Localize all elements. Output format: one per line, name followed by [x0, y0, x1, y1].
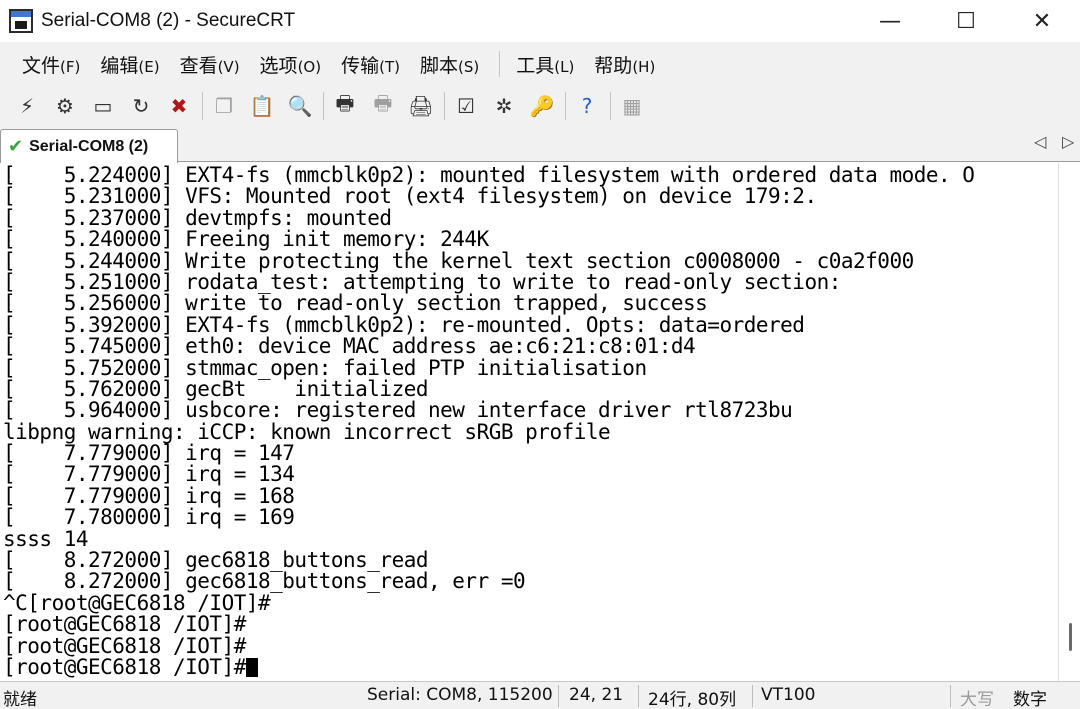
status-separator	[638, 685, 639, 707]
menu-transfer[interactable]: 传输(T)	[333, 51, 408, 78]
global-options-icon[interactable]: ✲	[489, 91, 519, 121]
status-separator	[950, 685, 951, 707]
lock-icon[interactable]: ▦	[617, 91, 647, 121]
vertical-scrollbar[interactable]	[1058, 163, 1080, 681]
status-caps-lock: 大写	[960, 690, 994, 709]
terminal-line: [ 7.779000] irq = 147	[3, 441, 295, 466]
terminal-line: [ 5.392000] EXT4-fs (mmcblk0p2): re-moun…	[3, 312, 805, 337]
status-separator	[558, 685, 559, 707]
tab-label: Serial-COM8 (2)	[29, 137, 149, 155]
tab-strip: ✔ Serial-COM8 (2) ◁ ▷	[0, 126, 1080, 163]
session-options-icon[interactable]: ☑	[451, 91, 481, 121]
menu-view[interactable]: 查看(V)	[172, 51, 248, 78]
tab-serial-com8[interactable]: ✔ Serial-COM8 (2)	[0, 129, 178, 163]
status-num-lock: 数字	[1013, 690, 1047, 709]
keymap-icon[interactable]: 🔑	[527, 91, 557, 121]
toolbar-separator	[202, 92, 203, 120]
terminal-line: [ 5.752000] stmmac_open: failed PTP init…	[3, 355, 647, 380]
maximize-icon: ☐	[956, 8, 976, 34]
status-connection: Serial: COM8, 115200	[367, 685, 553, 705]
connect-icon[interactable]: ⚡	[12, 91, 42, 121]
terminal-output: [ 5.224000] EXT4-fs (mmcblk0p2): mounted…	[3, 163, 975, 679]
terminal-line: [ 5.231000] VFS: Mounted root (ext4 file…	[3, 184, 817, 209]
status-separator	[752, 685, 753, 707]
window-controls: — ☐ ✕	[852, 0, 1080, 42]
menu-bar: 文件(F) 编辑(E) 查看(V) 选项(O) 传输(T) 脚本(S) 工具(L…	[0, 42, 1080, 86]
minimize-icon: —	[879, 8, 901, 34]
tab-next-icon[interactable]: ▷	[1062, 132, 1074, 151]
terminal-line: [ 8.272000] gec6818_buttons_read	[3, 548, 429, 573]
menu-tools[interactable]: 工具(L)	[508, 51, 582, 78]
terminal-line: [ 5.251000] rodata_test: attempting to w…	[3, 269, 841, 294]
reconnect-icon[interactable]: ↻	[126, 91, 156, 121]
prompt-text: [root@GEC6818 /IOT]#	[3, 654, 246, 679]
title-bar: Serial-COM8 (2) - SecureCRT — ☐ ✕	[0, 0, 1080, 42]
status-size: 24行, 80列	[648, 690, 737, 709]
print-icon[interactable]: 🖨	[406, 91, 436, 121]
quick-connect-icon[interactable]: ⚙	[50, 91, 80, 121]
terminal-line: [ 5.745000] eth0: device MAC address ae:…	[3, 334, 696, 359]
toolbar-separator	[444, 92, 445, 120]
scrollbar-thumb[interactable]	[1069, 623, 1072, 651]
paste-icon[interactable]: 📋	[247, 91, 277, 121]
print-setup-icon[interactable]: 🖶	[330, 91, 360, 121]
terminal-line: [ 8.272000] gec6818_buttons_read, err =0	[3, 569, 526, 594]
terminal-prompt-line: [root@GEC6818 /IOT]#	[3, 654, 974, 679]
menu-help[interactable]: 帮助(H)	[586, 51, 663, 78]
securecrt-app-icon[interactable]	[9, 9, 33, 33]
menu-options[interactable]: 选项(O)	[252, 51, 330, 78]
help-icon[interactable]: ?	[572, 91, 602, 121]
menu-file[interactable]: 文件(F)	[14, 51, 88, 78]
terminal-line: [root@GEC6818 /IOT]#	[3, 633, 246, 658]
terminal-line: [ 5.964000] usbcore: registered new inte…	[3, 398, 793, 423]
print-selection-icon[interactable]: 🖶	[368, 91, 398, 121]
menu-edit[interactable]: 编辑(E)	[92, 51, 167, 78]
status-ready: 就绪	[3, 690, 37, 709]
connect-in-tab-icon[interactable]: ▭	[88, 91, 118, 121]
status-cursor-position: 24, 21	[569, 685, 624, 705]
terminal-line: [ 5.244000] Write protecting the kernel …	[3, 248, 914, 273]
connected-check-icon: ✔	[8, 136, 24, 157]
toolbar-separator	[323, 92, 324, 120]
terminal-line: [ 5.240000] Freeing init memory: 244K	[3, 227, 489, 252]
toolbar-separator	[565, 92, 566, 120]
menu-separator	[499, 51, 501, 77]
maximize-button[interactable]: ☐	[928, 0, 1004, 42]
terminal-cursor	[245, 657, 258, 677]
toolbar: ⚡ ⚙ ▭ ↻ ✖ ❐ 📋 🔍 🖶 🖶 🖨 ☑ ✲ 🔑 ? ▦	[0, 86, 1080, 126]
menu-script[interactable]: 脚本(S)	[412, 51, 487, 78]
status-bar: 就绪 Serial: COM8, 115200 24, 21 24行, 80列 …	[0, 681, 1080, 709]
terminal-line: [ 5.224000] EXT4-fs (mmcblk0p2): mounted…	[3, 163, 975, 187]
toolbar-separator	[610, 92, 611, 120]
terminal-line: [ 7.779000] irq = 134	[3, 462, 295, 487]
terminal-line: libpng warning: iCCP: known incorrect sR…	[3, 419, 611, 444]
terminal-line: [ 7.780000] irq = 169	[3, 505, 295, 530]
copy-icon[interactable]: ❐	[209, 91, 239, 121]
disconnect-icon[interactable]: ✖	[164, 91, 194, 121]
minimize-button[interactable]: —	[852, 0, 928, 42]
window-title: Serial-COM8 (2) - SecureCRT	[41, 10, 296, 31]
close-button[interactable]: ✕	[1004, 0, 1080, 42]
terminal-view[interactable]: [ 5.224000] EXT4-fs (mmcblk0p2): mounted…	[0, 163, 1058, 681]
terminal-line: ssss 14	[3, 526, 89, 551]
terminal-line: [ 7.779000] irq = 168	[3, 483, 295, 508]
terminal-line: [ 5.237000] devtmpfs: mounted	[3, 205, 392, 230]
terminal-line: [root@GEC6818 /IOT]#	[3, 612, 246, 637]
tab-prev-icon[interactable]: ◁	[1034, 132, 1046, 151]
terminal-line: ^C[root@GEC6818 /IOT]#	[3, 590, 271, 615]
close-icon: ✕	[1032, 8, 1052, 34]
status-emulation: VT100	[761, 685, 816, 705]
terminal-line: [ 5.762000] gecBt initialized	[3, 376, 429, 401]
terminal-line: [ 5.256000] write to read-only section t…	[3, 291, 708, 316]
find-icon[interactable]: 🔍	[285, 91, 315, 121]
